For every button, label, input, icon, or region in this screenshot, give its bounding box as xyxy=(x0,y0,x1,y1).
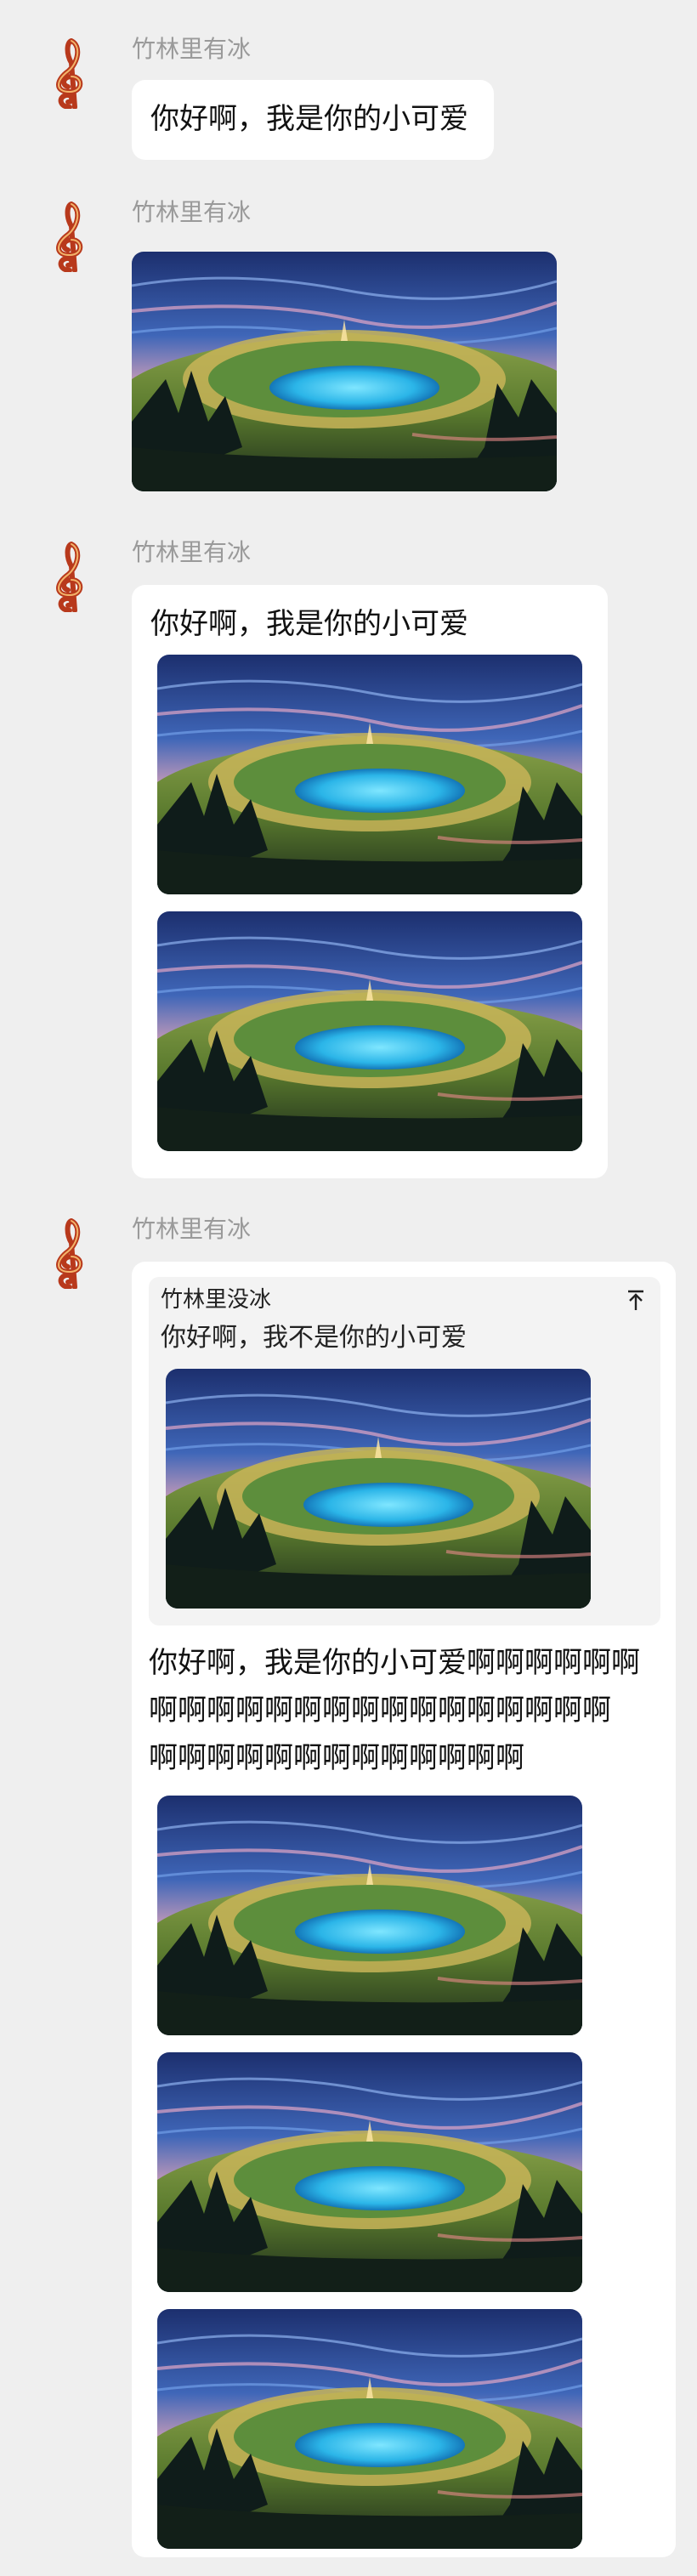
message-text: 你好啊，我是你的小可爱啊啊啊啊啊啊 啊啊啊啊啊啊啊啊啊啊啊啊啊啊啊啊 啊啊啊啊啊… xyxy=(149,1639,667,1782)
message-image[interactable] xyxy=(157,1796,582,2035)
sender-name: 竹林里有冰 xyxy=(132,198,252,226)
quote-text: 你好啊，我不是你的小可爱 xyxy=(161,1323,467,1353)
message-bubble[interactable]: 你好啊，我是你的小可爱 xyxy=(132,585,608,1178)
treble-clef-icon[interactable] xyxy=(44,34,99,109)
message-text-line: 啊啊啊啊啊啊啊啊啊啊啊啊啊啊啊啊 xyxy=(149,1694,611,1728)
chat-history: 竹林里有冰 你好啊，我是你的小可爱 竹林里有冰 竹林里有冰 你好啊，我是你的小可… xyxy=(0,0,697,2576)
message-image[interactable] xyxy=(132,252,557,491)
quote-sender-name: 竹林里没冰 xyxy=(161,1287,272,1313)
message-image[interactable] xyxy=(157,911,582,1151)
message-bubble[interactable]: 你好啊，我是你的小可爱 xyxy=(132,80,494,160)
message-image[interactable] xyxy=(157,2309,582,2549)
sender-name: 竹林里有冰 xyxy=(132,538,252,566)
message-image[interactable] xyxy=(157,655,582,894)
message-text-line: 你好啊，我是你的小可爱啊啊啊啊啊啊 xyxy=(149,1646,640,1680)
sender-name: 竹林里有冰 xyxy=(132,1215,252,1243)
message-image[interactable] xyxy=(157,2052,582,2292)
quote-image[interactable] xyxy=(166,1369,591,1609)
quoted-message[interactable]: 竹林里没冰 你好啊，我不是你的小可爱 xyxy=(149,1277,660,1626)
message-text: 你好啊，我是你的小可爱 xyxy=(150,102,468,136)
message-text: 你好啊，我是你的小可爱 xyxy=(150,607,468,641)
message-text-line: 啊啊啊啊啊啊啊啊啊啊啊啊啊 xyxy=(149,1741,524,1775)
message-bubble[interactable]: 竹林里没冰 你好啊，我不是你的小可爱 你好啊，我是你的小可爱啊啊啊啊啊啊 啊啊啊… xyxy=(132,1262,676,2557)
sender-name: 竹林里有冰 xyxy=(132,35,252,63)
treble-clef-icon[interactable] xyxy=(44,1214,99,1289)
treble-clef-icon[interactable] xyxy=(44,537,99,612)
arrow-to-top-icon[interactable] xyxy=(623,1287,649,1313)
treble-clef-icon[interactable] xyxy=(44,197,99,272)
